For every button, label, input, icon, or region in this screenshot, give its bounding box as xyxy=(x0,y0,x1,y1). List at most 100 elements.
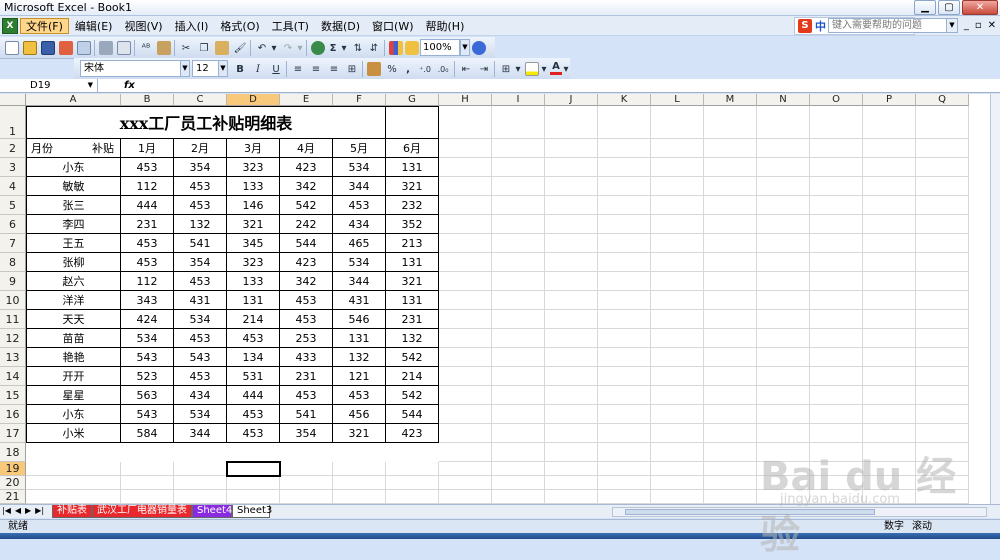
subsidy-value-cell[interactable]: 531 xyxy=(227,367,280,386)
grid-cell[interactable] xyxy=(492,310,545,329)
grid-cell[interactable] xyxy=(863,386,916,405)
save-icon[interactable] xyxy=(40,40,56,56)
fill-color-dropdown-icon[interactable]: ▾ xyxy=(540,61,548,77)
grid-cell[interactable] xyxy=(916,424,969,443)
grid-cell[interactable] xyxy=(863,462,916,476)
column-header-i[interactable]: I xyxy=(492,94,545,106)
select-all-corner[interactable] xyxy=(0,94,26,106)
maximize-button[interactable]: ▢ xyxy=(938,0,960,15)
grid-cell[interactable] xyxy=(545,158,598,177)
subsidy-value-cell[interactable]: 231 xyxy=(280,367,333,386)
grid-cell[interactable] xyxy=(916,405,969,424)
subsidy-value-cell[interactable]: 232 xyxy=(386,196,439,215)
row-header-19[interactable]: 19 xyxy=(0,462,26,476)
subsidy-value-cell[interactable]: 534 xyxy=(174,405,227,424)
menu-item[interactable]: 数据(D) xyxy=(315,18,366,34)
worksheet-grid[interactable]: A B C D E F G H I J K L M N O P Q 1 2 3 4 5 6 7 8 9 10 11 12 13 14 15 16… xyxy=(0,94,990,504)
employee-name-cell[interactable]: 天天 xyxy=(26,310,121,329)
grid-cell[interactable] xyxy=(492,405,545,424)
font-size-dropdown-icon[interactable]: ▼ xyxy=(218,60,228,77)
menu-item[interactable]: 窗口(W) xyxy=(366,18,419,34)
grid-cell[interactable] xyxy=(810,158,863,177)
subsidy-value-cell[interactable]: 132 xyxy=(333,348,386,367)
subsidy-value-cell[interactable]: 444 xyxy=(121,196,174,215)
minimize-button[interactable]: ▁ xyxy=(914,0,936,15)
grid-cell[interactable] xyxy=(492,476,545,490)
grid-cell[interactable] xyxy=(598,139,651,158)
subsidy-value-cell[interactable]: 131 xyxy=(333,329,386,348)
active-cell-d19[interactable] xyxy=(226,461,281,477)
align-left-icon[interactable]: ≡ xyxy=(290,61,306,77)
grid-cell[interactable] xyxy=(386,106,439,139)
grid-cell[interactable] xyxy=(757,291,810,310)
subsidy-value-cell[interactable]: 544 xyxy=(280,234,333,253)
grid-cell[interactable] xyxy=(704,462,757,476)
month-header-cell[interactable]: 1月 xyxy=(121,139,174,158)
subsidy-value-cell[interactable]: 541 xyxy=(174,234,227,253)
research-icon[interactable] xyxy=(156,40,172,56)
row-header-18[interactable]: 18 xyxy=(0,443,26,462)
subsidy-value-cell[interactable]: 214 xyxy=(227,310,280,329)
horizontal-scroll-thumb[interactable] xyxy=(625,509,875,515)
grid-cell[interactable] xyxy=(810,405,863,424)
subsidy-value-cell[interactable]: 453 xyxy=(174,177,227,196)
grid-cell[interactable] xyxy=(704,443,757,462)
subsidy-value-cell[interactable]: 434 xyxy=(174,386,227,405)
grid-cell[interactable] xyxy=(810,462,863,476)
grid-cell[interactable] xyxy=(439,386,492,405)
grid-cell[interactable] xyxy=(651,139,704,158)
grid-cell[interactable] xyxy=(545,310,598,329)
grid-cell[interactable] xyxy=(545,234,598,253)
grid-cell[interactable] xyxy=(810,177,863,196)
grid-cell[interactable] xyxy=(704,234,757,253)
subsidy-value-cell[interactable]: 112 xyxy=(121,272,174,291)
font-color-icon[interactable]: A xyxy=(550,61,562,75)
doc-restore-button[interactable]: ▫ xyxy=(975,20,982,31)
format-painter-icon[interactable]: 🖌 xyxy=(232,40,248,56)
month-header-cell[interactable]: 4月 xyxy=(280,139,333,158)
grid-cell[interactable] xyxy=(545,272,598,291)
subsidy-value-cell[interactable]: 231 xyxy=(121,215,174,234)
help-search-input[interactable]: 键入需要帮助的问题 xyxy=(828,18,958,33)
vertical-scrollbar[interactable] xyxy=(990,94,1000,504)
subsidy-value-cell[interactable]: 134 xyxy=(227,348,280,367)
column-header-q[interactable]: Q xyxy=(916,94,969,106)
grid-cell[interactable] xyxy=(280,462,333,476)
grid-cell[interactable] xyxy=(280,490,333,504)
grid-cell[interactable] xyxy=(439,272,492,291)
employee-name-cell[interactable]: 张柳 xyxy=(26,253,121,272)
grid-cell[interactable] xyxy=(545,291,598,310)
grid-cell[interactable] xyxy=(545,490,598,504)
subsidy-value-cell[interactable]: 563 xyxy=(121,386,174,405)
subsidy-value-cell[interactable]: 132 xyxy=(386,329,439,348)
merge-center-icon[interactable]: ⊞ xyxy=(344,61,360,77)
column-header-l[interactable]: L xyxy=(651,94,704,106)
grid-cell[interactable] xyxy=(810,367,863,386)
row-header-8[interactable]: 8 xyxy=(0,253,26,272)
grid-cell[interactable] xyxy=(916,215,969,234)
grid-cell[interactable] xyxy=(916,253,969,272)
grid-cell[interactable] xyxy=(916,386,969,405)
menu-item[interactable]: 工具(T) xyxy=(266,18,315,34)
grid-cell[interactable] xyxy=(439,367,492,386)
grid-cell[interactable] xyxy=(757,234,810,253)
row-header-15[interactable]: 15 xyxy=(0,386,26,405)
subsidy-value-cell[interactable]: 541 xyxy=(280,405,333,424)
grid-cell[interactable] xyxy=(810,196,863,215)
grid-cell[interactable] xyxy=(598,424,651,443)
grid-cell[interactable] xyxy=(863,158,916,177)
currency-icon[interactable] xyxy=(366,61,382,77)
grid-cell[interactable] xyxy=(916,348,969,367)
grid-cell[interactable] xyxy=(386,462,439,476)
subsidy-value-cell[interactable]: 534 xyxy=(121,329,174,348)
grid-cell[interactable] xyxy=(492,139,545,158)
subsidy-value-cell[interactable]: 321 xyxy=(386,272,439,291)
redo-dropdown-icon[interactable]: ▾ xyxy=(296,40,304,56)
grid-cell[interactable] xyxy=(810,234,863,253)
grid-cell[interactable] xyxy=(757,215,810,234)
subsidy-value-cell[interactable]: 112 xyxy=(121,177,174,196)
grid-cell[interactable] xyxy=(863,476,916,490)
grid-cell[interactable] xyxy=(598,234,651,253)
decrease-indent-icon[interactable]: ⇤ xyxy=(458,61,474,77)
grid-cell[interactable] xyxy=(757,386,810,405)
